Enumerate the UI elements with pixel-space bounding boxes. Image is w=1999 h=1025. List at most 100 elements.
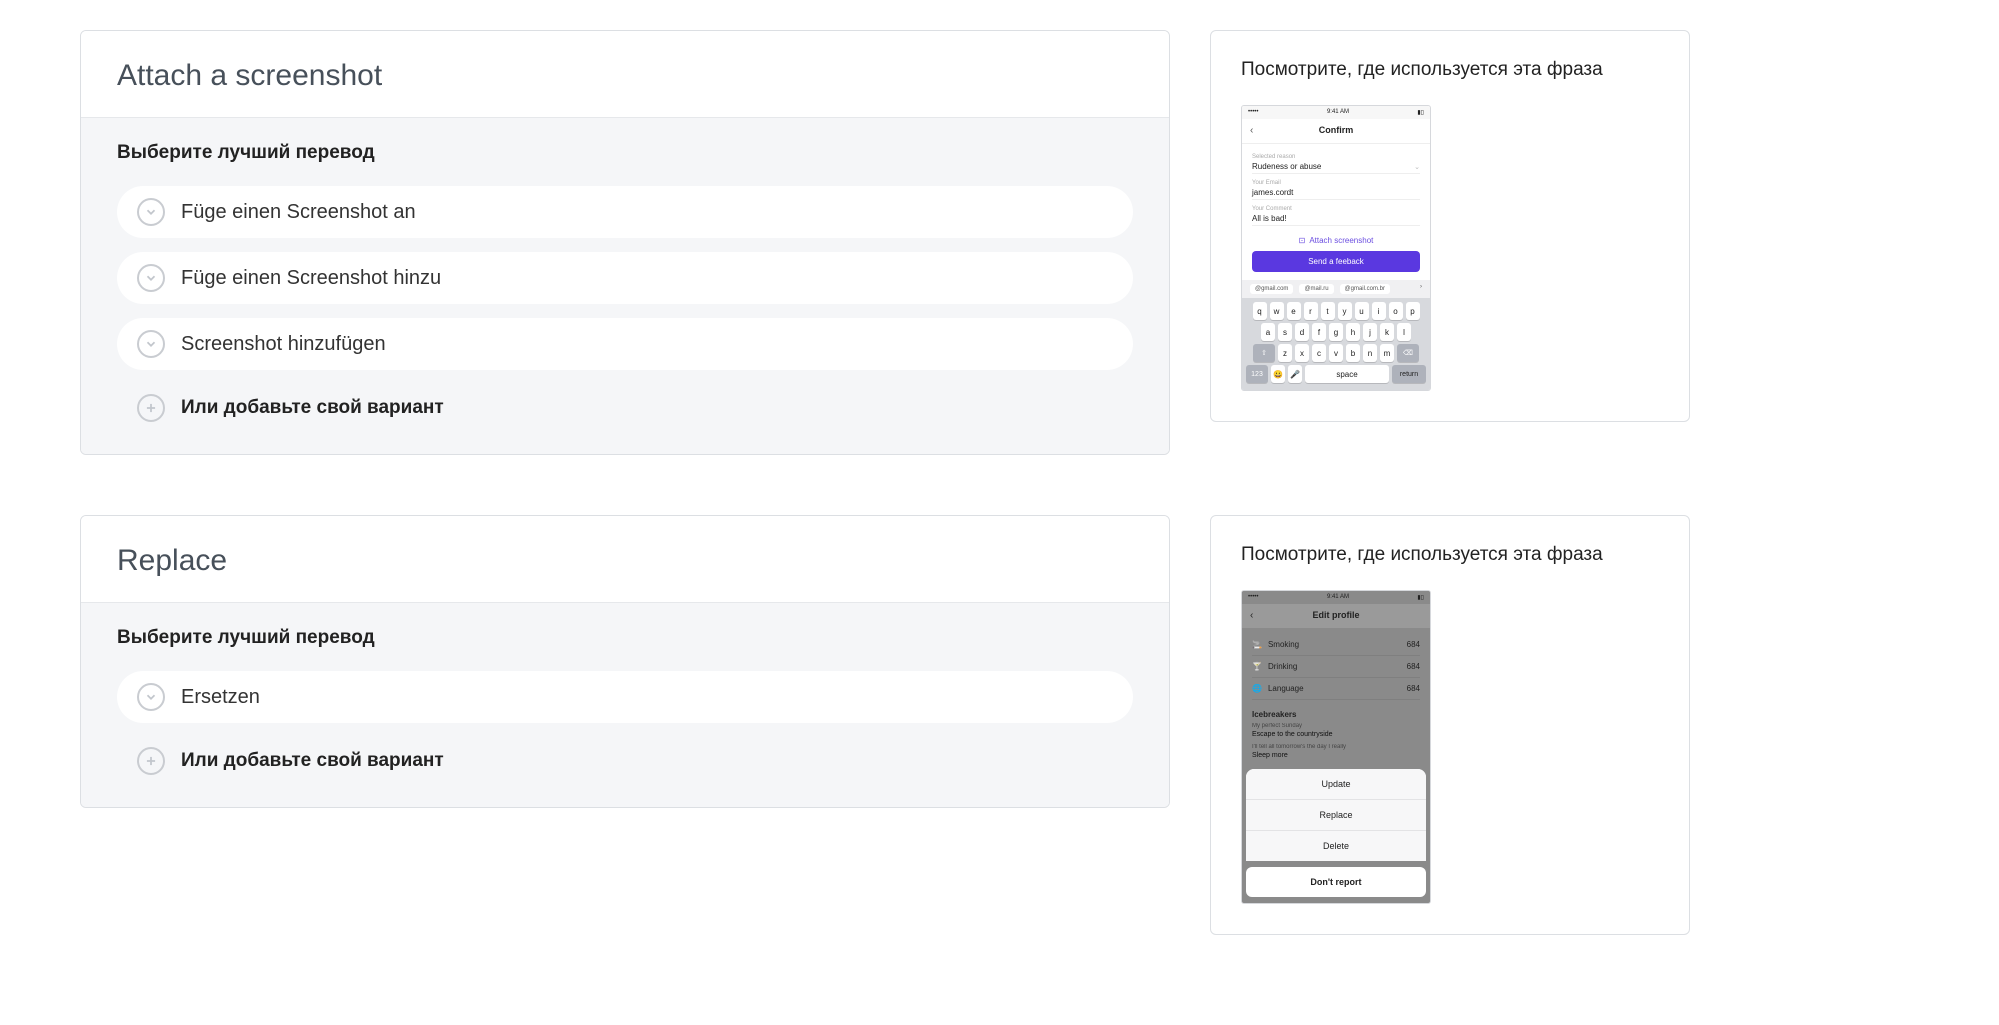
question-label: My perfect Sunday	[1242, 721, 1430, 731]
key: s	[1278, 323, 1292, 341]
key: z	[1278, 344, 1292, 362]
time: 9:41 AM	[1327, 594, 1349, 601]
translation-option[interactable]: Ersetzen	[117, 671, 1133, 723]
key: a	[1261, 323, 1275, 341]
language-icon: 🌐	[1252, 684, 1262, 693]
back-icon: ‹	[1250, 610, 1253, 621]
translation-option[interactable]: Screenshot hinzufügen	[117, 318, 1133, 370]
key: d	[1295, 323, 1309, 341]
key: m	[1380, 344, 1394, 362]
context-title: Посмотрите, где используется эта фраза	[1241, 544, 1659, 566]
battery-icon: ▮▯	[1417, 109, 1424, 116]
emoji-key: 😀	[1271, 365, 1285, 383]
back-icon: ‹	[1250, 125, 1253, 136]
source-phrase: Replace	[117, 544, 1133, 578]
battery-icon: ▮▯	[1417, 594, 1424, 601]
item-label: Drinking	[1268, 662, 1297, 671]
question-label: I'll tell all tomorrow's the day I reall…	[1242, 742, 1430, 752]
mic-key: 🎤	[1288, 365, 1302, 383]
chevron-down-icon	[137, 198, 165, 226]
action-update: Update	[1246, 769, 1426, 800]
chevron-down-icon: ⌄	[1414, 163, 1420, 171]
context-title: Посмотрите, где используется эта фраза	[1241, 59, 1659, 81]
chevron-down-icon	[137, 683, 165, 711]
time: 9:41 AM	[1327, 109, 1349, 116]
plus-icon	[137, 747, 165, 775]
key: v	[1329, 344, 1343, 362]
add-own-variant[interactable]: Или добавьте свой вариант	[117, 384, 1133, 436]
send-feedback-button: Send a feeback	[1252, 251, 1420, 272]
key: j	[1363, 323, 1377, 341]
key: e	[1287, 302, 1301, 320]
nav-title: Edit profile	[1313, 610, 1360, 620]
chevron-down-icon	[137, 264, 165, 292]
key: x	[1295, 344, 1309, 362]
card-body: Выберите лучший перевод Füge einen Scree…	[81, 117, 1169, 454]
card-body: Выберите лучший перевод Ersetzen Или доб…	[81, 602, 1169, 807]
option-label: Füge einen Screenshot hinzu	[181, 267, 441, 290]
suggestion: @gmail.com.br	[1340, 284, 1390, 294]
camera-icon: ⊡	[1299, 236, 1306, 245]
key: i	[1372, 302, 1386, 320]
keyboard: q w e r t y u i o p a s d f g h	[1242, 298, 1430, 390]
question-value: Sleep more	[1242, 752, 1430, 763]
space-key: space	[1305, 365, 1389, 383]
phone-statusbar: ••••• 9:41 AM ▮▯	[1242, 106, 1430, 119]
key: w	[1270, 302, 1284, 320]
add-label: Или добавьте свой вариант	[181, 750, 444, 772]
backspace-key: ⌫	[1397, 344, 1419, 362]
action-cancel: Don't report	[1246, 867, 1426, 897]
key: o	[1389, 302, 1403, 320]
key: r	[1304, 302, 1318, 320]
key: y	[1338, 302, 1352, 320]
item-value: 684	[1407, 640, 1420, 649]
chevron-right-icon: ›	[1420, 284, 1422, 294]
section-heading: Icebreakers	[1242, 700, 1430, 721]
nav-title: Confirm	[1319, 125, 1354, 135]
num-key: 123	[1246, 365, 1268, 383]
add-label: Или добавьте свой вариант	[181, 397, 444, 419]
choose-best-heading: Выберите лучший перевод	[117, 142, 1133, 164]
key: f	[1312, 323, 1326, 341]
screenshot-preview: ••••• 9:41 AM ▮▯ ‹ Confirm Selected reas…	[1241, 105, 1431, 391]
item-label: Language	[1268, 684, 1304, 693]
smoking-icon: 🚬	[1252, 640, 1262, 649]
option-label: Füge einen Screenshot an	[181, 201, 416, 224]
context-panel: Посмотрите, где используется эта фраза •…	[1210, 30, 1690, 422]
key: g	[1329, 323, 1343, 341]
context-panel: Посмотрите, где используется эта фраза •…	[1210, 515, 1690, 935]
add-own-variant[interactable]: Или добавьте свой вариант	[117, 737, 1133, 789]
signal-icon: •••••	[1248, 109, 1259, 116]
field-value: Rudeness or abuse ⌄	[1252, 160, 1420, 174]
list-item: 🌐 Language 684	[1252, 678, 1420, 700]
source-phrase: Attach a screenshot	[117, 59, 1133, 93]
plus-icon	[137, 394, 165, 422]
list-item: 🍸Drinking 684	[1252, 656, 1420, 678]
key: t	[1321, 302, 1335, 320]
question-value: Escape to the countryside	[1242, 731, 1430, 742]
profile-list: 🚬 Smoking 684 🍸Drinking 684 🌐 Language 684	[1242, 628, 1430, 700]
card-header: Attach a screenshot	[81, 31, 1169, 117]
key: c	[1312, 344, 1326, 362]
shift-key: ⇧	[1253, 344, 1275, 362]
phone-navbar: ‹ Confirm	[1242, 119, 1430, 144]
key: n	[1363, 344, 1377, 362]
translation-task: Attach a screenshot Выберите лучший пере…	[80, 30, 1919, 455]
item-value: 684	[1407, 684, 1420, 693]
card-header: Replace	[81, 516, 1169, 602]
translation-option[interactable]: Füge einen Screenshot hinzu	[117, 252, 1133, 304]
item-value: 684	[1407, 662, 1420, 671]
key: h	[1346, 323, 1360, 341]
field-value: All is bad!	[1252, 212, 1420, 226]
suggestion: @gmail.com	[1250, 284, 1293, 294]
translation-option[interactable]: Füge einen Screenshot an	[117, 186, 1133, 238]
chevron-down-icon	[137, 330, 165, 358]
item-label: Smoking	[1268, 640, 1299, 649]
suggestion: @mail.ru	[1299, 284, 1333, 294]
choose-best-heading: Выберите лучший перевод	[117, 627, 1133, 649]
key: b	[1346, 344, 1360, 362]
field-value: james.cordt	[1252, 186, 1420, 200]
screenshot-preview: ••••• 9:41 AM ▮▯ ‹ Edit profile 🚬 Smoking…	[1241, 590, 1431, 904]
signal-icon: •••••	[1248, 594, 1259, 601]
translation-card: Replace Выберите лучший перевод Ersetzen…	[80, 515, 1170, 808]
